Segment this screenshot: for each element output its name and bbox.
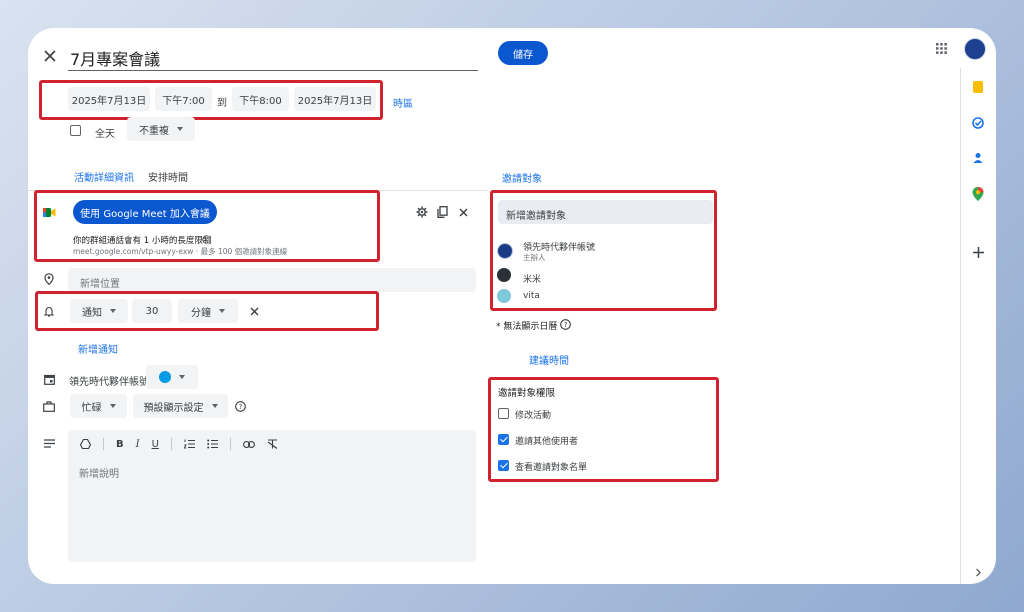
color-swatch: [159, 371, 171, 383]
chevron-down-icon: [211, 404, 218, 408]
formatting-toolbar: B I U: [80, 436, 278, 452]
tab-guests[interactable]: 邀請對象: [502, 170, 542, 185]
italic-icon[interactable]: I: [136, 439, 140, 450]
help-icon[interactable]: ?: [234, 400, 246, 412]
chevron-down-icon: [179, 375, 185, 379]
calendar-notice: * 無法顯示日曆: [496, 322, 558, 332]
tab-details[interactable]: 活動詳細資訊: [74, 169, 134, 184]
save-button[interactable]: 儲存: [498, 41, 548, 65]
separator: [170, 438, 172, 450]
tab-schedule[interactable]: 安排時間: [148, 169, 188, 184]
calendar-owner: 領先時代夥伴帳號: [69, 377, 149, 388]
link-icon[interactable]: [242, 440, 255, 448]
briefcase-icon: [42, 399, 56, 413]
separator: [229, 438, 231, 450]
close-icon[interactable]: [42, 48, 58, 64]
clear-format-icon[interactable]: [267, 439, 278, 449]
underline-icon[interactable]: U: [152, 439, 159, 450]
title-input[interactable]: 7月專案會議: [68, 42, 478, 71]
remove-meet-icon[interactable]: [456, 205, 470, 219]
save-label: 儲存: [513, 49, 533, 61]
chevron-down-icon: [109, 404, 116, 408]
maps-icon[interactable]: [971, 187, 985, 201]
copy-icon[interactable]: [435, 205, 449, 219]
side-panel: [960, 68, 996, 584]
suggest-times-link[interactable]: 建議時間: [529, 352, 569, 367]
visibility-value: 預設顯示設定: [143, 402, 204, 414]
drive-icon[interactable]: [80, 439, 91, 449]
account-avatar[interactable]: [964, 38, 986, 60]
help-icon[interactable]: ?: [559, 318, 571, 330]
busy-select[interactable]: 忙碌: [70, 394, 127, 418]
highlight-guests: [490, 190, 717, 311]
highlight-notification: [35, 291, 379, 331]
description-editor[interactable]: B I U 新增說明: [68, 430, 476, 562]
event-title: 7月專案會議: [70, 50, 161, 69]
add-notification-link[interactable]: 新增通知: [78, 341, 118, 356]
svg-text:?: ?: [238, 403, 242, 411]
chevron-right-icon[interactable]: [972, 566, 984, 578]
numbered-list-icon[interactable]: [183, 439, 195, 449]
all-day-label: 全天: [95, 129, 115, 140]
highlight-permissions: [488, 377, 719, 482]
busy-value: 忙碌: [81, 402, 102, 414]
event-editor-card: 7月專案會議 儲存 2025年7月13日 下午7:00 到 下午8:00 202…: [28, 28, 996, 584]
bold-icon[interactable]: B: [116, 439, 124, 450]
visibility-select[interactable]: 預設顯示設定: [133, 394, 228, 418]
description-placeholder: 新增說明: [79, 469, 119, 480]
tasks-icon[interactable]: [971, 116, 985, 130]
highlight-meet: [34, 190, 380, 262]
repeat-value: 不重複: [139, 125, 169, 137]
location-input[interactable]: 新增位置: [68, 268, 476, 292]
separator: [103, 438, 104, 450]
repeat-select[interactable]: 不重複: [127, 117, 195, 141]
calendar-color-select[interactable]: [146, 365, 198, 389]
chevron-down-icon: [177, 127, 183, 131]
timezone-link[interactable]: 時區: [393, 95, 413, 110]
gear-icon[interactable]: [415, 205, 429, 219]
contacts-icon[interactable]: [971, 151, 985, 165]
location-icon: [42, 272, 56, 286]
apps-grid-icon[interactable]: [934, 41, 948, 55]
highlight-datetime: [39, 80, 383, 120]
calendar-icon: [42, 372, 56, 386]
all-day-checkbox[interactable]: [70, 125, 81, 136]
svg-text:?: ?: [563, 321, 567, 329]
description-icon: [42, 436, 56, 450]
location-placeholder: 新增位置: [80, 279, 120, 290]
bulleted-list-icon[interactable]: [207, 439, 218, 449]
add-icon[interactable]: [971, 245, 985, 259]
keep-icon[interactable]: [973, 81, 983, 93]
